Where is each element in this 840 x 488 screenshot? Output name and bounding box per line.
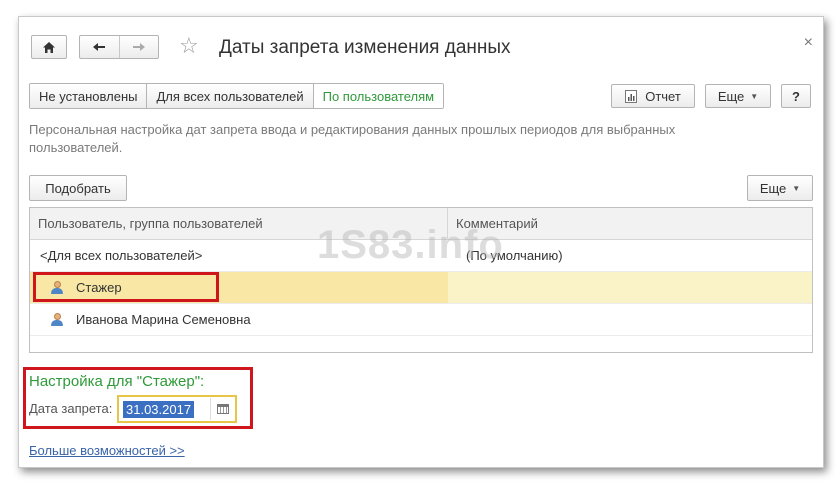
home-icon xyxy=(43,41,55,53)
calendar-icon xyxy=(216,404,229,414)
tab-not-set[interactable]: Не установлены xyxy=(30,84,148,108)
report-button[interactable]: Отчет xyxy=(611,84,695,108)
date-label: Дата запрета: xyxy=(29,401,113,416)
list-more-label: Еще xyxy=(759,180,787,196)
arrow-right-icon xyxy=(132,43,145,51)
mode-tabs: Не установлены Для всех пользователей По… xyxy=(29,83,445,109)
watermark: 1S83.info xyxy=(317,223,504,267)
user-cell: Иванова Марина Семеновна xyxy=(30,304,448,335)
dialog-window: ☆ Даты запрета изменения данных × Не уст… xyxy=(18,16,824,468)
close-icon[interactable]: × xyxy=(804,33,813,53)
caret-down-icon: ▼ xyxy=(750,91,759,101)
report-icon xyxy=(625,89,638,103)
user-icon xyxy=(50,312,64,327)
report-label: Отчет xyxy=(645,88,681,104)
row-highlight-frame xyxy=(33,272,219,302)
back-button[interactable] xyxy=(80,36,120,58)
arrow-left-icon xyxy=(93,43,106,51)
settings-title: Настройка для "Стажер": xyxy=(29,373,205,390)
forward-button[interactable] xyxy=(120,36,159,58)
favorite-star-icon[interactable]: ☆ xyxy=(179,34,199,58)
list-more-button[interactable]: Еще ▼ xyxy=(747,175,813,201)
comment-cell xyxy=(448,272,456,303)
more-options-link[interactable]: Больше возможностей >> xyxy=(29,443,185,458)
tab-by-users[interactable]: По пользователям xyxy=(313,84,444,108)
window-title: Даты запрета изменения данных xyxy=(219,37,511,58)
pick-button[interactable]: Подобрать xyxy=(29,175,127,201)
tab-all-users[interactable]: Для всех пользователей xyxy=(147,84,314,108)
caret-down-icon: ▼ xyxy=(792,183,801,193)
more-button[interactable]: Еще ▼ xyxy=(705,84,771,108)
description-text: Персональная настройка дат запрета ввода… xyxy=(29,122,676,155)
calendar-button[interactable] xyxy=(210,398,234,420)
navigation-group xyxy=(79,35,159,59)
comment-cell xyxy=(448,304,456,335)
table-row[interactable]: Иванова Марина Семеновна xyxy=(30,304,812,336)
user-name: Иванова Марина Семеновна xyxy=(76,312,251,327)
date-value: 31.03.2017 xyxy=(123,400,195,418)
more-label: Еще xyxy=(717,88,745,104)
home-button[interactable] xyxy=(31,35,67,59)
help-button[interactable]: ? xyxy=(781,84,811,108)
date-input[interactable]: 31.03.2017 xyxy=(117,395,237,423)
